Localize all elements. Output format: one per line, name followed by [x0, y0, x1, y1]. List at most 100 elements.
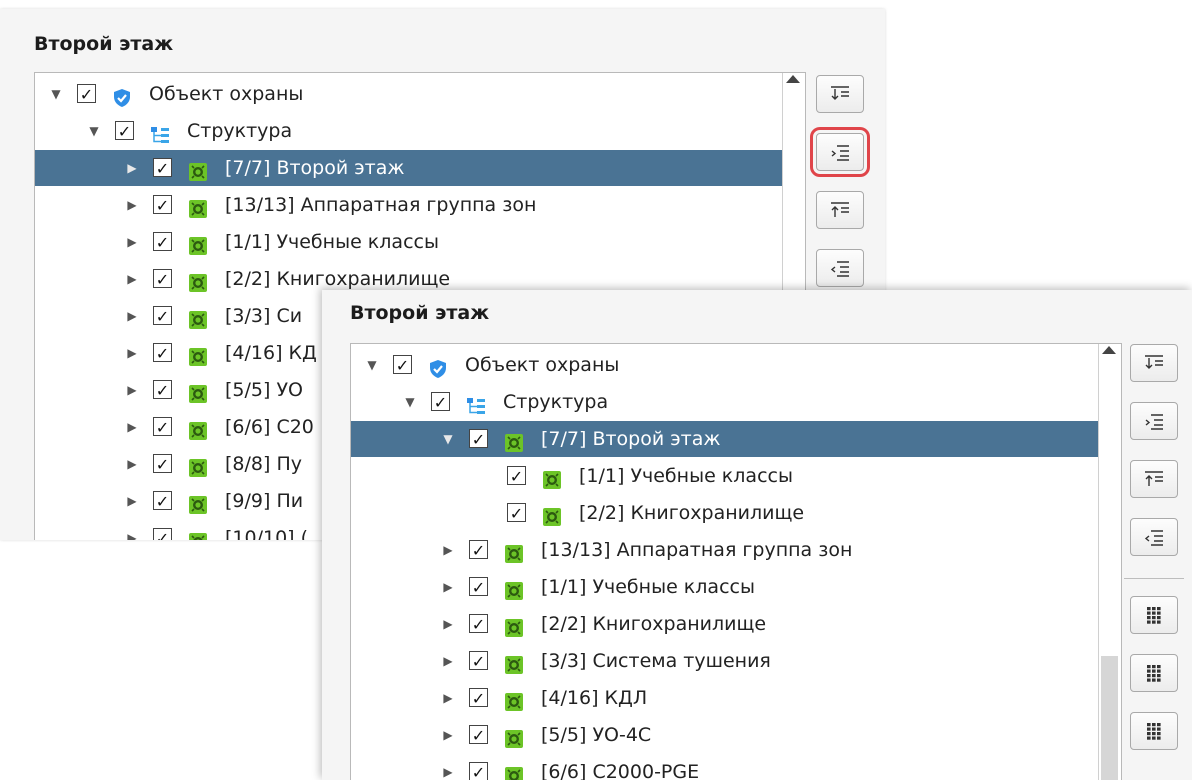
checkbox[interactable]: ✓: [507, 466, 526, 486]
tree-row[interactable]: ✓ [1/1] Учебные классы: [351, 458, 1098, 494]
device-icon: [504, 725, 524, 748]
expanded-arrow-icon[interactable]: ▼: [438, 421, 458, 457]
device-icon: [188, 195, 208, 218]
tree-row-label: Объект охраны: [149, 83, 304, 105]
checkbox[interactable]: ✓: [469, 762, 488, 780]
checkbox[interactable]: ✓: [469, 540, 488, 560]
checkbox[interactable]: ✓: [469, 577, 488, 597]
collapsed-arrow-icon[interactable]: ▶: [122, 372, 142, 408]
checkbox[interactable]: ✓: [469, 725, 488, 745]
device-icon: [188, 343, 208, 366]
tree-row-label: [4/16] КДЛ: [541, 687, 648, 709]
collapse-all-icon: [1142, 469, 1166, 489]
collapsed-arrow-icon[interactable]: ▶: [122, 409, 142, 445]
tree-row[interactable]: ▼ ✓ [7/7] Второй этаж: [351, 421, 1098, 457]
expanded-arrow-icon[interactable]: ▼: [46, 76, 66, 112]
collapsed-arrow-icon[interactable]: ▶: [438, 643, 458, 679]
device-icon: [504, 429, 524, 452]
checkbox[interactable]: ✓: [153, 232, 172, 252]
collapsed-arrow-icon[interactable]: ▶: [122, 224, 142, 260]
checkbox[interactable]: ✓: [469, 688, 488, 708]
tree-row[interactable]: ▼ ✓ Объект охраны: [351, 347, 1098, 383]
collapsed-arrow-icon[interactable]: ▶: [122, 335, 142, 371]
vertical-scrollbar[interactable]: [1098, 344, 1121, 780]
device-icon: [542, 466, 562, 489]
collapsed-arrow-icon[interactable]: ▶: [122, 187, 142, 223]
device-icon: [504, 577, 524, 600]
tree-row[interactable]: ▼ ✓ Структура: [35, 113, 782, 149]
collapse-selected-button[interactable]: [1130, 518, 1178, 556]
expand-all-icon: [828, 84, 852, 104]
collapsed-arrow-icon[interactable]: ▶: [122, 150, 142, 186]
collapsed-arrow-icon[interactable]: ▶: [438, 606, 458, 642]
object-tree[interactable]: ▼ ✓ Объект охраны ▼ ✓ Структура ▼ ✓ [7/7] Второй…: [350, 343, 1122, 780]
device-icon: [188, 232, 208, 255]
checkbox[interactable]: ✓: [393, 355, 412, 375]
checkbox[interactable]: ✓: [469, 429, 488, 449]
collapse-all-button[interactable]: [816, 191, 864, 229]
expand-all-button[interactable]: [1130, 344, 1178, 382]
collapse-all-button[interactable]: [1130, 460, 1178, 498]
tree-row[interactable]: ▶ ✓ [6/6] С2000-PGE: [351, 754, 1098, 780]
checkbox[interactable]: ✓: [153, 528, 172, 540]
checkbox[interactable]: ✓: [153, 417, 172, 437]
expanded-arrow-icon[interactable]: ▼: [362, 347, 382, 383]
tree-row[interactable]: ▶ ✓ [2/2] Книгохранилище: [351, 606, 1098, 642]
tree-row-label: [13/13] Аппаратная группа зон: [225, 194, 537, 216]
checkbox[interactable]: ✓: [153, 380, 172, 400]
tree-row[interactable]: ▶ ✓ [4/16] КДЛ: [351, 680, 1098, 716]
tree-row[interactable]: ▶ ✓ [5/5] УО-4С: [351, 717, 1098, 753]
checkbox[interactable]: ✓: [469, 614, 488, 634]
scroll-thumb[interactable]: [1101, 656, 1118, 780]
checkbox[interactable]: ✓: [153, 269, 172, 289]
checkbox[interactable]: ✓: [115, 121, 134, 141]
checkbox[interactable]: ✓: [153, 343, 172, 363]
expanded-arrow-icon[interactable]: ▼: [84, 113, 104, 149]
tree-row[interactable]: ▶ ✓ [7/7] Второй этаж: [35, 150, 782, 186]
grid-button[interactable]: [1130, 712, 1178, 750]
grid-button[interactable]: [1130, 654, 1178, 692]
checkbox[interactable]: ✓: [153, 306, 172, 326]
checkbox[interactable]: ✓: [153, 195, 172, 215]
expanded-arrow-icon[interactable]: ▼: [400, 384, 420, 420]
collapsed-arrow-icon[interactable]: ▶: [122, 483, 142, 519]
collapsed-arrow-icon[interactable]: ▶: [438, 532, 458, 568]
expand-all-button[interactable]: [816, 75, 864, 113]
collapsed-arrow-icon[interactable]: ▶: [122, 520, 142, 540]
tree-row[interactable]: ▼ ✓ Объект охраны: [35, 76, 782, 112]
checkbox[interactable]: ✓: [77, 84, 96, 104]
tree-row-label: [8/8] Пу: [225, 453, 302, 475]
checkbox[interactable]: ✓: [431, 392, 450, 412]
checkbox[interactable]: ✓: [153, 158, 172, 178]
collapse-selected-button[interactable]: [816, 249, 864, 287]
scroll-up-arrow-icon[interactable]: [1102, 346, 1116, 354]
tree-row[interactable]: ▶ ✓ [13/13] Аппаратная группа зон: [35, 187, 782, 223]
checkbox[interactable]: ✓: [469, 651, 488, 671]
tree-row[interactable]: ▶ ✓ [3/3] Система тушения: [351, 643, 1098, 679]
checkbox[interactable]: ✓: [507, 503, 526, 523]
collapsed-arrow-icon[interactable]: ▶: [122, 261, 142, 297]
collapsed-arrow-icon[interactable]: ▶: [438, 717, 458, 753]
collapsed-arrow-icon[interactable]: ▶: [438, 754, 458, 780]
scroll-up-arrow-icon[interactable]: [786, 75, 800, 83]
panel-title: Второй этаж: [350, 302, 490, 324]
collapsed-arrow-icon[interactable]: ▶: [438, 569, 458, 605]
collapsed-arrow-icon[interactable]: ▶: [438, 680, 458, 716]
tree-row-label: [1/1] Учебные классы: [225, 231, 439, 253]
tree-row-label: [2/2] Книгохранилище: [541, 613, 767, 635]
checkbox[interactable]: ✓: [153, 491, 172, 511]
tree-row[interactable]: ▶ ✓ [13/13] Аппаратная группа зон: [351, 532, 1098, 568]
tree-row[interactable]: ▶ ✓ [1/1] Учебные классы: [351, 569, 1098, 605]
tree-row[interactable]: ▼ ✓ Структура: [351, 384, 1098, 420]
expand-selected-button[interactable]: [810, 127, 870, 177]
shield-icon: [112, 84, 132, 107]
grid-button[interactable]: [1130, 596, 1178, 634]
tree-row[interactable]: ▶ ✓ [1/1] Учебные классы: [35, 224, 782, 260]
checkbox[interactable]: ✓: [153, 454, 172, 474]
device-icon: [504, 651, 524, 674]
expand-selected-button[interactable]: [1130, 402, 1178, 440]
collapse-all-icon: [828, 200, 852, 220]
tree-row[interactable]: ✓ [2/2] Книгохранилище: [351, 495, 1098, 531]
collapsed-arrow-icon[interactable]: ▶: [122, 298, 142, 334]
collapsed-arrow-icon[interactable]: ▶: [122, 446, 142, 482]
